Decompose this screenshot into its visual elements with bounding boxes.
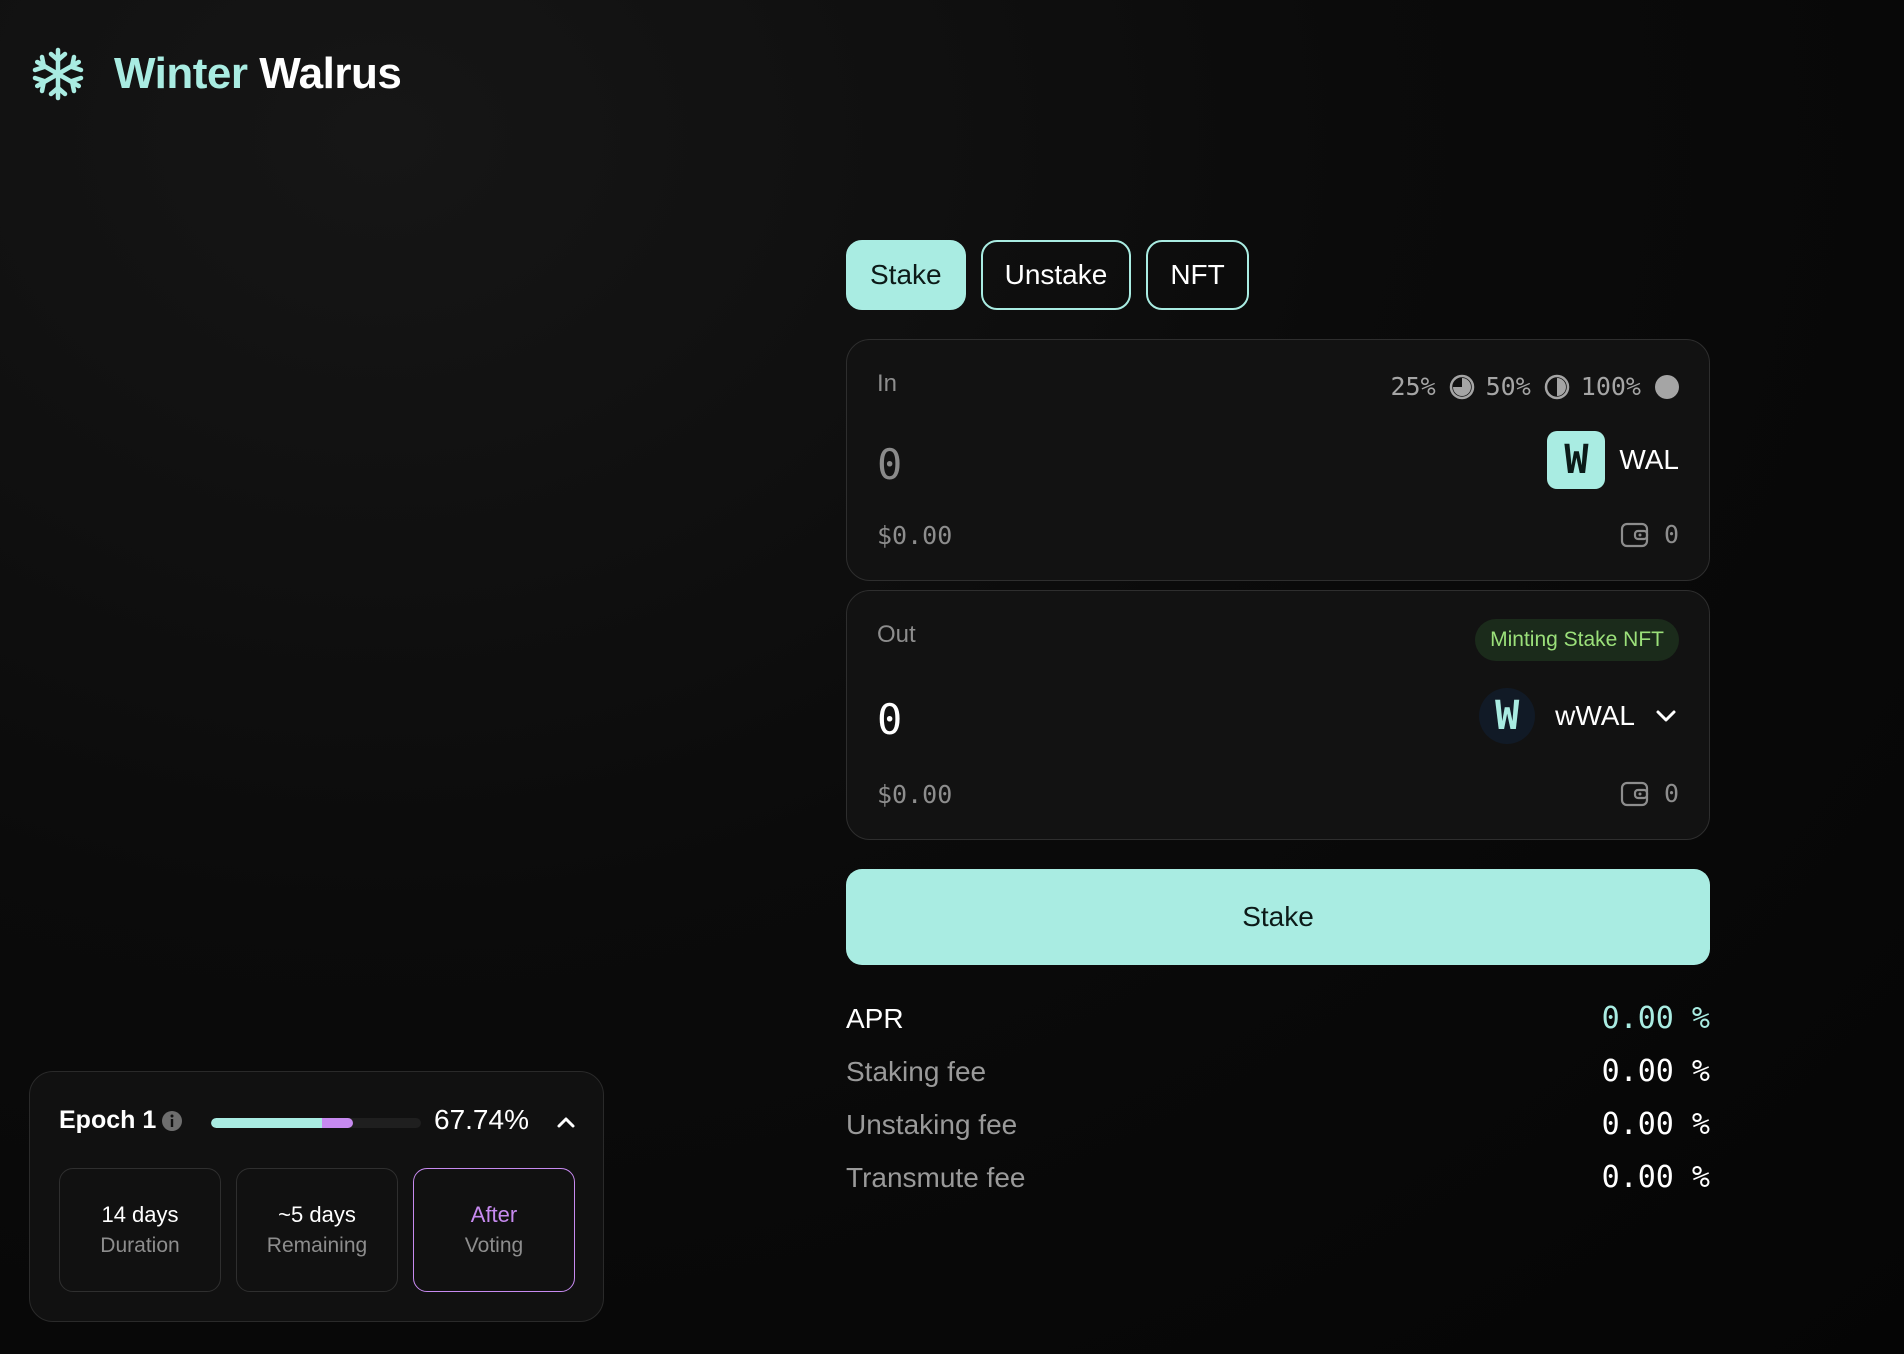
epoch-panel: Epoch 1 67.74% 14 days Duration ~5 days … (29, 1071, 604, 1322)
output-token-symbol: wWAL (1555, 700, 1635, 731)
snowflake-icon (32, 47, 84, 101)
stake-button[interactable]: Stake (846, 869, 1710, 965)
input-usd-value: $0.00 (877, 521, 953, 550)
stat-row-staking-fee: Staking fee 0.00 % (846, 1045, 1710, 1098)
output-token-selector[interactable]: W wWAL (1479, 688, 1679, 744)
epoch-voting-box: After Voting (413, 1168, 575, 1292)
output-amount: 0 (877, 695, 903, 744)
brand-name-second: Walrus (259, 49, 402, 98)
epoch-remaining-value: ~5 days (278, 1202, 356, 1227)
quarter-pie-icon (1449, 374, 1474, 399)
stat-row-apr: APR 0.00 % (846, 992, 1710, 1045)
brand[interactable]: Winter Walrus (30, 46, 402, 102)
quick-amount-100-label: 100% (1580, 372, 1641, 401)
quick-amount-25-button[interactable]: 25% (1390, 372, 1475, 401)
quick-amount-25-label: 25% (1390, 372, 1436, 401)
quick-amounts: 25% 50% 100% (1390, 372, 1681, 401)
stat-label: Transmute fee (846, 1161, 1026, 1193)
output-balance: 0 (1620, 779, 1679, 808)
quick-amount-50-label: 50% (1485, 372, 1531, 401)
mode-tabs: Stake Unstake NFT (846, 240, 1249, 310)
brand-name-first: Winter (114, 49, 248, 98)
input-token-symbol: WAL (1619, 444, 1679, 475)
stat-label: Unstaking fee (846, 1108, 1018, 1140)
info-icon[interactable] (161, 1110, 183, 1132)
output-usd-value: $0.00 (877, 780, 953, 809)
epoch-voting-label: Voting (464, 1234, 524, 1257)
input-balance-value: 0 (1663, 520, 1679, 549)
wwal-token-icon: W (1479, 688, 1536, 744)
stat-value: 0.00 % (1601, 1107, 1710, 1142)
stat-value: 0.00 % (1601, 1160, 1710, 1195)
brand-name: Winter Walrus (114, 49, 402, 99)
quick-amount-100-button[interactable]: 100% (1581, 372, 1681, 401)
output-balance-value: 0 (1663, 779, 1679, 808)
stat-value: 0.00 % (1601, 1001, 1710, 1036)
stat-row-transmute-fee: Transmute fee 0.00 % (846, 1151, 1710, 1204)
output-label: Out (877, 621, 916, 648)
epoch-duration-value: 14 days (101, 1202, 179, 1227)
stat-label: APR (846, 1002, 904, 1034)
output-card: Out Minting Stake NFT 0 W wWAL $0.00 0 (846, 590, 1710, 840)
full-pie-icon (1655, 374, 1679, 399)
input-label: In (877, 370, 898, 397)
tab-nft[interactable]: NFT (1146, 240, 1249, 310)
epoch-progress-bar (211, 1118, 421, 1128)
stat-value: 0.00 % (1601, 1054, 1710, 1089)
epoch-voting-value: After (470, 1202, 518, 1227)
chevron-up-icon[interactable] (552, 1108, 580, 1136)
wallet-icon (1620, 781, 1649, 806)
epoch-info-boxes: 14 days Duration ~5 days Remaining After… (59, 1168, 575, 1292)
epoch-progress-voting-fill (321, 1118, 354, 1128)
epoch-duration-label: Duration (100, 1234, 180, 1257)
stat-label: Staking fee (846, 1055, 987, 1087)
wal-token-icon: W (1547, 431, 1606, 489)
epoch-remaining-box: ~5 days Remaining (236, 1168, 398, 1292)
epoch-progress-percent: 67.74% (434, 1104, 529, 1135)
input-amount-field[interactable]: 0 (877, 440, 902, 489)
input-balance: 0 (1620, 520, 1679, 549)
minting-nft-badge: Minting Stake NFT (1475, 619, 1679, 661)
half-pie-icon (1544, 374, 1570, 399)
fee-stats: APR 0.00 % Staking fee 0.00 % Unstaking … (846, 992, 1710, 1204)
stat-row-unstaking-fee: Unstaking fee 0.00 % (846, 1098, 1710, 1151)
epoch-duration-box: 14 days Duration (59, 1168, 221, 1292)
epoch-remaining-label: Remaining (266, 1234, 368, 1257)
tab-stake[interactable]: Stake (846, 240, 966, 310)
tab-unstake[interactable]: Unstake (980, 240, 1132, 310)
quick-amount-50-button[interactable]: 50% (1486, 372, 1571, 401)
wallet-icon (1620, 522, 1649, 547)
epoch-title: Epoch 1 (59, 1106, 157, 1134)
epoch-progress-fill (211, 1118, 322, 1128)
input-token-selector[interactable]: W WAL (1547, 431, 1679, 489)
chevron-down-icon (1656, 710, 1676, 722)
input-card: In 25% 50% 100% 0 W WAL $0.00 0 (846, 339, 1710, 581)
